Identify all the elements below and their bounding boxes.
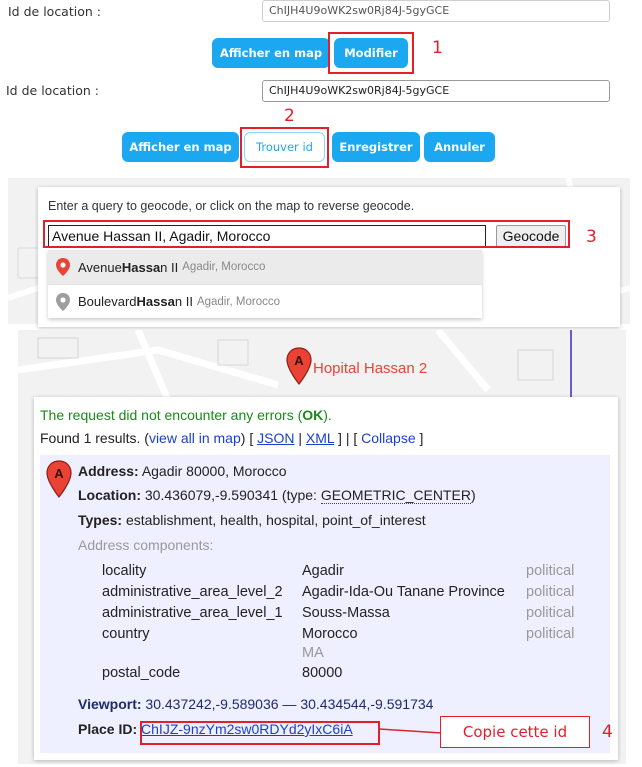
marker-label: Hopital Hassan 2 [313, 360, 428, 377]
suggestion-item[interactable]: Avenue Hassa n II Agadir, Morocco [48, 250, 482, 284]
location-row: Location: 30.436079,-9.590341 (type: GEO… [78, 487, 476, 504]
location-type-suffix: ) [470, 487, 476, 503]
results-summary: Found 1 results. (view all in map) [ JSO… [40, 430, 423, 446]
component-type: country [102, 626, 150, 642]
geocode-result-card: The request did not encounter any errors… [34, 397, 618, 760]
summary-separator: | [294, 430, 306, 446]
suggestion-secondary: Agadir, Morocco [196, 295, 281, 308]
suggestion-text: Avenue [78, 259, 122, 275]
location-value: 30.436079,-9.590341 [144, 487, 279, 503]
highlight-find-id [240, 127, 329, 168]
place-id-key: Place ID: [78, 721, 138, 737]
show-map-button-edit[interactable]: Afficher en map [122, 132, 239, 162]
map-pin-icon [56, 258, 70, 276]
suggestion-match: Hassa [121, 259, 161, 275]
map-pin-icon [56, 292, 70, 311]
location-id-label: Id de location : [8, 4, 101, 19]
types-key: Types: [78, 512, 123, 528]
viewport-key: Viewport: [78, 696, 142, 712]
status-ok: OK [302, 407, 324, 423]
component-type: administrative_area_level_2 [102, 584, 283, 600]
component-tag: political [526, 626, 575, 642]
view-all-link[interactable]: view all in map [149, 430, 241, 446]
address-components-title: Address components: [78, 537, 214, 553]
highlight-edit [328, 32, 414, 74]
status-message: The request did not encounter any errors… [40, 407, 332, 423]
types-value: establishment, health, hospital, point_o… [125, 512, 426, 528]
suggestion-text: n II [174, 294, 193, 309]
suggestion-text: Boulevard [78, 294, 137, 309]
summary-text: Found 1 results. ( [40, 430, 149, 446]
component-type: locality [102, 563, 147, 579]
step-3-number: 3 [586, 227, 597, 247]
address-row: Address: Agadir 80000, Morocco [78, 463, 287, 479]
address-key: Address: [78, 463, 139, 479]
xml-link[interactable]: XML [306, 430, 334, 446]
callout-connector [380, 728, 442, 734]
geocoder-hint: Enter a query to geocode, or click on th… [48, 199, 415, 213]
result-detail: A Address: Agadir 80000, Morocco Locatio… [40, 455, 610, 753]
location-type-prefix: (type: [281, 487, 321, 503]
highlight-place-id [140, 721, 380, 745]
summary-text: ] | [ [334, 430, 362, 446]
show-map-button[interactable]: Afficher en map [212, 38, 330, 68]
location-id-label-edit: Id de location : [6, 83, 99, 98]
address-value: Agadir 80000, Morocco [141, 463, 287, 479]
status-text: The request did not encounter any errors… [40, 407, 303, 423]
suggestion-item[interactable]: Boulevard Hassa n II Agadir, Morocco [48, 284, 482, 318]
step-2-number: 2 [284, 106, 295, 126]
types-row: Types: establishment, health, hospital, … [78, 512, 426, 528]
collapse-link[interactable]: Collapse [361, 430, 415, 446]
map-marker-icon[interactable]: A [286, 347, 312, 385]
component-long: 80000 [302, 665, 343, 681]
component-tag: political [526, 605, 575, 621]
component-tag: political [526, 584, 575, 600]
component-tag: political [526, 563, 575, 579]
component-short: MA [302, 645, 324, 661]
summary-text: ] [415, 430, 424, 446]
suggestion-match: Hassa [136, 294, 175, 309]
location-type: GEOMETRIC_CENTER [320, 487, 471, 504]
result-marker-icon: A [46, 460, 72, 498]
component-long: Agadir-Ida-Ou Tanane Province [302, 584, 505, 600]
location-id-field[interactable]: ChIJH4U9oWK2sw0Rj84J-5gyGCE [262, 0, 610, 22]
step-1-number: 1 [432, 38, 443, 58]
component-long: Agadir [302, 563, 344, 579]
component-long: Souss-Massa [302, 605, 390, 621]
marker-letter: A [54, 466, 64, 481]
component-long: Morocco [302, 626, 358, 642]
json-link[interactable]: JSON [257, 430, 294, 446]
location-key: Location: [78, 487, 141, 503]
step-4-number: 4 [602, 722, 613, 742]
component-type: postal_code [102, 665, 181, 681]
autocomplete-list: Avenue Hassa n II Agadir, Morocco Bouleva… [48, 250, 482, 318]
suggestion-secondary: Agadir, Morocco [182, 261, 266, 273]
save-button[interactable]: Enregistrer [332, 132, 420, 162]
marker-letter: A [294, 353, 304, 368]
location-id-input[interactable]: ChIJH4U9oWK2sw0Rj84J-5gyGCE [262, 80, 610, 102]
copy-id-callout: Copie cette id [440, 716, 590, 748]
viewport-row: Viewport: 30.437242,-9.589036 — 30.43454… [78, 696, 433, 712]
summary-text: ) [ [240, 430, 258, 446]
cancel-button[interactable]: Annuler [424, 132, 495, 162]
component-type: administrative_area_level_1 [102, 605, 283, 621]
suggestion-text: n II [160, 259, 179, 275]
viewport-value: 30.437242,-9.589036 — 30.434544,-9.59173… [145, 696, 434, 712]
status-text: ). [323, 407, 332, 423]
highlight-query [43, 220, 570, 248]
